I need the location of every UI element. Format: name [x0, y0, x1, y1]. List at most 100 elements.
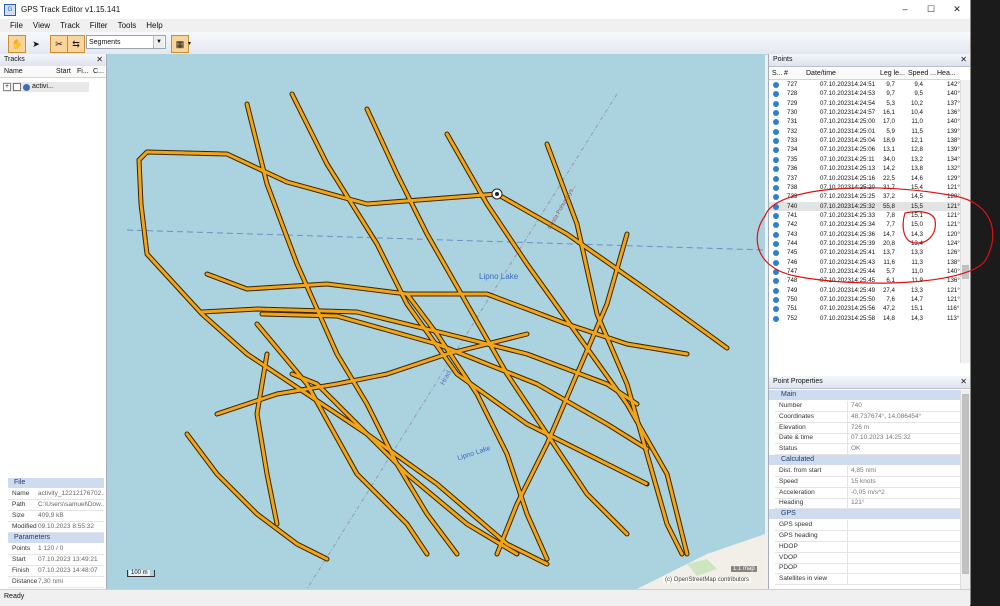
- table-row[interactable]: 728 07.10.2023 14:24:53 9,7 9,5 140°: [769, 89, 960, 98]
- section-header[interactable]: Calculated: [769, 455, 960, 465]
- property-row[interactable]: Dist. from start 4,85 nmi: [775, 466, 960, 477]
- table-row[interactable]: 729 07.10.2023 14:24:54 5,3 10,2 137°: [769, 99, 960, 108]
- col-leg[interactable]: Leg le...: [880, 68, 905, 79]
- prop-value: 09.10.2023 8:55:32: [38, 523, 95, 530]
- cell-number: 735: [787, 155, 798, 163]
- arrows-icon[interactable]: ⇆: [67, 35, 85, 53]
- file-section-header[interactable]: File: [8, 478, 104, 488]
- pointer-icon[interactable]: ➤: [27, 35, 45, 53]
- table-row[interactable]: 736 07.10.2023 14:25:13 14,2 13,8 132°: [769, 164, 960, 173]
- dropdown-arrow-icon[interactable]: ▾: [188, 40, 191, 47]
- track-checkbox[interactable]: [13, 83, 21, 91]
- cell-time: 14:25:50: [851, 296, 876, 304]
- map-attribution[interactable]: (c) OpenStreetMap contributors: [663, 577, 752, 583]
- cell-speed: 10,2: [910, 99, 923, 107]
- close-button[interactable]: ✕: [944, 0, 970, 19]
- col-number[interactable]: #: [784, 68, 788, 79]
- zoom-label: 1:1 map: [731, 566, 757, 572]
- cell-time: 14:25:00: [851, 118, 876, 126]
- property-row[interactable]: Heading 121°: [775, 498, 960, 510]
- expand-icon[interactable]: +: [3, 83, 11, 91]
- property-row[interactable]: Speed 15 knots: [775, 476, 960, 488]
- table-row[interactable]: 730 07.10.2023 14:24:57 16,1 10,4 136°: [769, 108, 960, 117]
- property-row[interactable]: HDOP: [775, 541, 960, 553]
- cell-speed: 13,8: [910, 165, 923, 173]
- property-row[interactable]: Status OK: [775, 444, 960, 456]
- menu-tools[interactable]: Tools: [118, 21, 137, 30]
- cell-date: 07.10.2023: [820, 314, 851, 322]
- section-header[interactable]: Main: [769, 390, 960, 400]
- mode-select[interactable]: Segments ▼: [86, 35, 166, 49]
- col-name[interactable]: Name: [4, 66, 23, 77]
- table-row[interactable]: 735 07.10.2023 14:25:11 34,0 13,2 134°: [769, 155, 960, 164]
- property-row[interactable]: Number 740: [775, 401, 960, 412]
- cell-heading: 136°: [947, 109, 960, 117]
- hand-tool-icon[interactable]: ✋: [8, 35, 26, 53]
- property-row[interactable]: GPS heading: [775, 531, 960, 542]
- map-view[interactable]: Lipno Lake Hrad... Lipno Lake Cesta Pohu…: [107, 54, 765, 589]
- cell-heading: 140°: [947, 90, 960, 98]
- property-row[interactable]: GPS speed: [775, 520, 960, 532]
- cell-time: 14:24:53: [851, 90, 876, 98]
- scissors-icon[interactable]: ✂: [50, 35, 68, 53]
- table-row[interactable]: 734 07.10.2023 14:25:06 13,1 12,8 139°: [769, 145, 960, 154]
- status-dot-icon: [773, 119, 779, 126]
- chevron-down-icon[interactable]: ▼: [153, 36, 164, 48]
- table-row[interactable]: 752 07.10.2023 14:25:58 14,8 14,3 113°: [769, 314, 960, 323]
- property-row[interactable]: Date & time 07.10.2023 14:25:32: [775, 433, 960, 445]
- param-row: Distance 7,30 nmi: [8, 577, 104, 588]
- param-row: Points 1 120 / 0: [8, 544, 104, 555]
- cell-leg: 9,7: [886, 90, 895, 98]
- col-heading[interactable]: Hea...: [937, 68, 956, 79]
- menu-file[interactable]: File: [10, 21, 23, 30]
- table-row[interactable]: 727 07.10.2023 14:24:51 9,7 9,4 142°: [769, 80, 960, 89]
- app-window: G GPS Track Editor v1.15.141 – ☐ ✕ File …: [0, 0, 971, 606]
- property-row[interactable]: Elevation 726 m: [775, 422, 960, 434]
- parameters-section-header[interactable]: Parameters: [8, 533, 104, 543]
- property-key: Heading: [779, 499, 804, 507]
- cell-date: 07.10.2023: [820, 118, 851, 126]
- property-row[interactable]: Acceleration -0,05 m/s^2: [775, 487, 960, 499]
- property-key: Speed: [779, 477, 798, 485]
- table-row[interactable]: 733 07.10.2023 14:25:04 18,9 12,1 138°: [769, 136, 960, 145]
- cell-leg: 13,1: [882, 146, 895, 154]
- col-finish[interactable]: Fi...: [77, 66, 89, 77]
- table-row[interactable]: 732 07.10.2023 14:25:01 5,9 11,5 139°: [769, 127, 960, 136]
- prop-value: 07.10.2023 14:48:07: [38, 567, 98, 574]
- property-value: 07.10.2023 14:25:32: [847, 433, 960, 444]
- col-status[interactable]: S...: [772, 68, 783, 79]
- col-speed[interactable]: Speed ...: [908, 68, 936, 79]
- track-item[interactable]: + activi...: [3, 82, 89, 92]
- table-row[interactable]: 731 07.10.2023 14:25:00 17,0 11,0 140°: [769, 117, 960, 126]
- status-dot-icon: [773, 138, 779, 145]
- menu-filter[interactable]: Filter: [90, 21, 108, 30]
- app-icon: G: [4, 3, 16, 16]
- section-header[interactable]: GPS: [769, 509, 960, 520]
- close-icon[interactable]: ✕: [960, 54, 967, 66]
- prop-key: Name: [12, 490, 30, 497]
- col-start[interactable]: Start: [56, 66, 71, 77]
- property-row[interactable]: PDOP: [775, 563, 960, 575]
- properties-scrollbar[interactable]: [960, 390, 970, 589]
- col-datetime[interactable]: Date/time: [806, 68, 836, 79]
- menu-view[interactable]: View: [33, 21, 50, 30]
- map-canvas[interactable]: [107, 54, 765, 589]
- property-row[interactable]: Satellites in view: [775, 574, 960, 586]
- property-value: 740: [847, 401, 960, 411]
- close-icon[interactable]: ✕: [96, 54, 103, 66]
- menu-track[interactable]: Track: [60, 21, 80, 30]
- property-row[interactable]: VDOP: [775, 552, 960, 564]
- table-row[interactable]: 750 07.10.2023 14:25:50 7,6 14,7 121°: [769, 295, 960, 304]
- table-row[interactable]: 751 07.10.2023 14:25:56 47,2 15,1 116°: [769, 304, 960, 313]
- menu-bar: File View Track Filter Tools Help: [0, 19, 970, 32]
- menu-help[interactable]: Help: [146, 21, 162, 30]
- minimize-button[interactable]: –: [892, 0, 918, 19]
- maximize-button[interactable]: ☐: [918, 0, 944, 19]
- col-c[interactable]: C...: [93, 66, 104, 77]
- scrollbar-thumb[interactable]: [962, 394, 969, 574]
- red-ellipse: [756, 187, 994, 284]
- split-view-icon[interactable]: ▦: [171, 35, 189, 53]
- close-icon[interactable]: ✕: [960, 376, 967, 388]
- cell-speed: 11,0: [911, 118, 923, 126]
- property-row[interactable]: Coordinates 48,737674°, 14,086454°: [775, 411, 960, 423]
